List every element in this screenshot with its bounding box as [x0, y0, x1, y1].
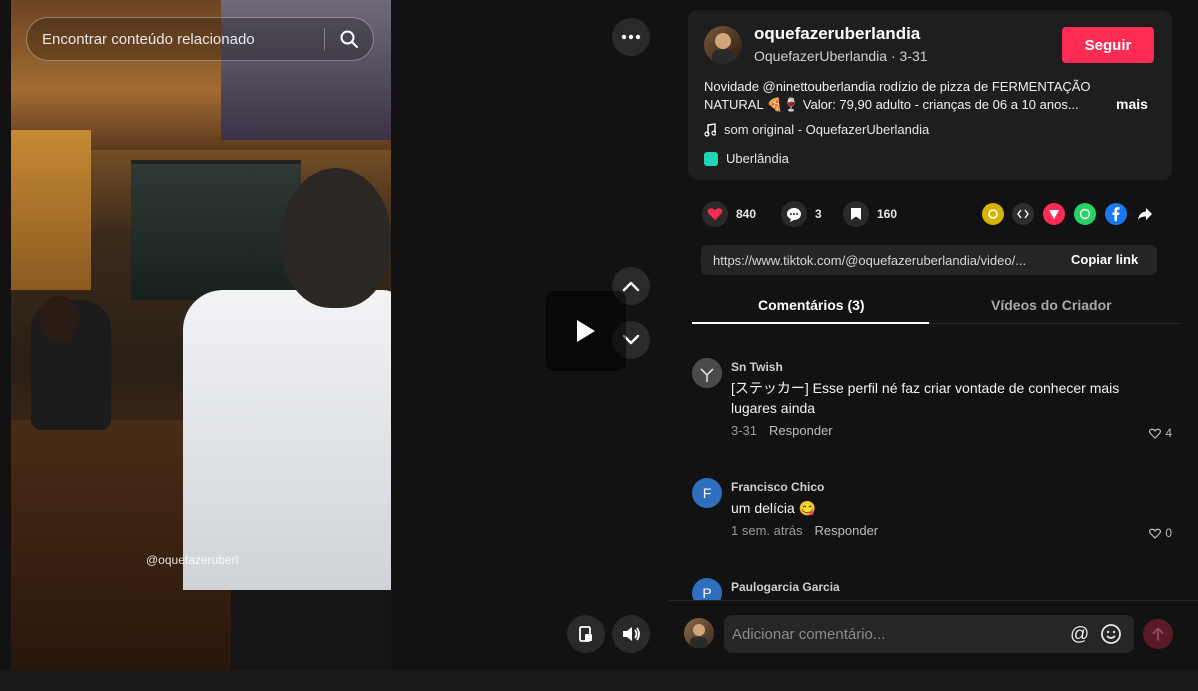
commenter-name[interactable]: Sn Twish [731, 360, 783, 374]
comment-composer: @ [668, 600, 1198, 670]
side-panel: oquefazeruberlandia OquefazerUberlandia … [668, 0, 1198, 670]
location-row[interactable]: Uberlândia [704, 151, 789, 166]
video-frame[interactable]: @oquefazeruberl [11, 0, 391, 670]
comment-item: P Paulogarcia Garcia [692, 578, 1172, 600]
video-link-text[interactable]: https://www.tiktok.com/@oquefazeruberlan… [713, 253, 1058, 268]
comment-meta: 1 sem. atrás Responder [731, 523, 878, 538]
waiter-legs [231, 590, 391, 670]
author-username[interactable]: oquefazeruberlandia [754, 24, 920, 44]
active-tab-indicator [692, 322, 929, 324]
heart-icon [702, 201, 728, 227]
chevron-up-icon [622, 281, 640, 292]
tab-comments[interactable]: Comentários (3) [758, 297, 865, 313]
comment-count: 3 [815, 207, 822, 221]
comment-like-count: 0 [1165, 526, 1172, 540]
picture-in-picture-button[interactable] [567, 615, 605, 653]
author-card: oquefazeruberlandia OquefazerUberlandia … [688, 10, 1172, 180]
commenter-name[interactable]: Francisco Chico [731, 480, 824, 494]
location-pin-icon [704, 151, 718, 166]
waiter-body [183, 290, 391, 590]
embed-code-icon[interactable] [1012, 203, 1034, 225]
play-button[interactable] [546, 291, 626, 371]
comment-text: [ステッカー] Esse perfil né faz criar vontade… [731, 380, 1120, 416]
video-description: Novidade @ninettouberlandia rodízio de p… [704, 79, 1091, 112]
arrow-up-icon [1152, 627, 1164, 641]
comment-item: F Francisco Chico um delícia 😋 1 sem. at… [692, 478, 1172, 548]
comment-like[interactable]: 4 [1149, 426, 1172, 440]
search-icon [340, 30, 358, 48]
send-to-friends-icon[interactable] [1043, 203, 1065, 225]
author-avatar-image [712, 33, 734, 64]
heart-outline-icon [1149, 528, 1162, 539]
like-count: 840 [736, 207, 757, 221]
comment-item: Sn Twish [ステッカー] Esse perfil né faz cria… [692, 358, 1172, 458]
subline-separator: · [887, 48, 900, 64]
comment-action[interactable]: 3 [781, 201, 822, 227]
repost-icon[interactable] [982, 203, 1004, 225]
facebook-icon[interactable] [1105, 203, 1127, 225]
video-pane: @oquefazeruberl Encontrar conteúdo relac… [0, 0, 668, 670]
restaurant-window [131, 160, 301, 300]
music-label: som original - OquefazerUberlandia [724, 122, 930, 137]
author-avatar[interactable] [704, 26, 742, 64]
more-options-button[interactable] [612, 18, 650, 56]
commenter-name[interactable]: Paulogarcia Garcia [731, 580, 840, 594]
search-button[interactable] [325, 17, 373, 61]
comment-like-count: 4 [1165, 426, 1172, 440]
follow-button[interactable]: Seguir [1062, 27, 1154, 63]
volume-icon [623, 627, 640, 641]
commenter-avatar[interactable]: P [692, 578, 722, 600]
patron-head [39, 296, 79, 342]
music-note-icon [704, 122, 716, 137]
video-watermark: @oquefazeruberl [146, 553, 239, 567]
bookmark-icon [843, 201, 869, 227]
description-more-link[interactable]: mais [1116, 96, 1148, 112]
send-comment-button[interactable] [1143, 619, 1173, 649]
more-dots-icon [621, 34, 641, 40]
mention-button[interactable]: @ [1070, 624, 1089, 646]
wine-shelf [11, 130, 91, 290]
post-date: 3-31 [899, 48, 928, 64]
search-placeholder[interactable]: Encontrar conteúdo relacionado [27, 31, 324, 48]
pip-icon [579, 626, 592, 642]
video-link-box: https://www.tiktok.com/@oquefazeruberlan… [701, 245, 1157, 275]
location-label: Uberlândia [726, 151, 789, 166]
comment-bubble-icon [781, 201, 807, 227]
related-search-box[interactable]: Encontrar conteúdo relacionado [26, 17, 374, 61]
emoji-icon[interactable] [1100, 623, 1122, 650]
save-count: 160 [877, 207, 898, 221]
play-icon [577, 320, 595, 342]
save-action[interactable]: 160 [843, 201, 897, 227]
reply-button[interactable]: Responder [815, 523, 879, 538]
comment-time: 1 sem. atrás [731, 523, 803, 538]
bottom-strip [0, 670, 1198, 691]
current-user-avatar [684, 618, 714, 648]
tab-creator-videos[interactable]: Vídeos do Criador [991, 297, 1112, 313]
author-display-name[interactable]: OquefazerUberlandia [754, 48, 887, 64]
share-arrow-icon[interactable] [1134, 203, 1156, 225]
like-action[interactable]: 840 [702, 201, 756, 227]
waiter-head [281, 168, 391, 308]
music-row[interactable]: som original - OquefazerUberlandia [704, 122, 929, 137]
comment-time: 3-31 [731, 423, 758, 438]
copy-link-button[interactable]: Copiar link [1071, 252, 1138, 267]
heart-outline-icon [1149, 428, 1162, 439]
author-subline: OquefazerUberlandia · 3-31 [754, 48, 928, 64]
volume-button[interactable] [612, 615, 650, 653]
whatsapp-icon[interactable] [1074, 203, 1096, 225]
commenter-avatar[interactable] [692, 358, 722, 388]
reply-button[interactable]: Responder [769, 423, 833, 438]
comment-meta: 3-31 Responder [731, 423, 833, 438]
comment-text: um delícia 😋 [731, 500, 817, 516]
commenter-avatar[interactable]: F [692, 478, 722, 508]
comment-like[interactable]: 0 [1149, 526, 1172, 540]
